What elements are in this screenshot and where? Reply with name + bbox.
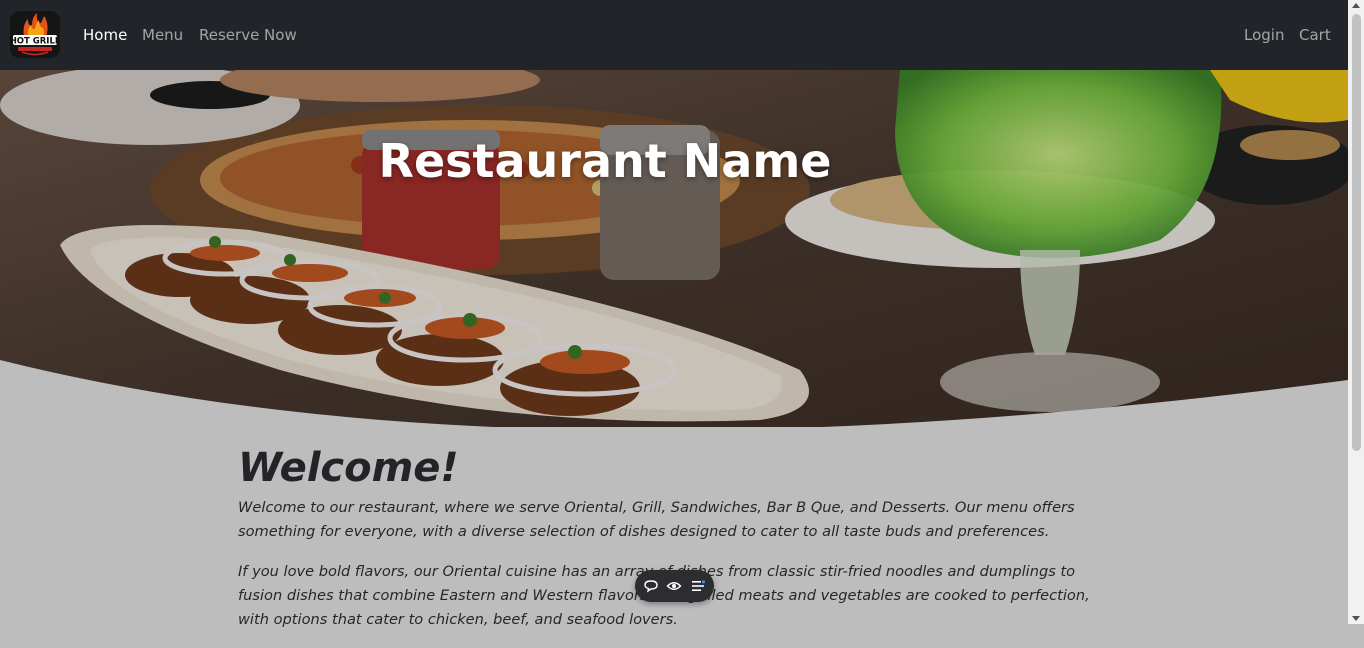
nav-link-cart[interactable]: Cart	[1299, 26, 1331, 44]
list-icon[interactable]	[690, 578, 706, 594]
logo-text: HOT GRILL	[10, 37, 60, 47]
scroll-thumb[interactable]	[1352, 14, 1361, 451]
top-navbar: HOT GRILL Home Menu Reserve Now Login Ca…	[0, 0, 1348, 70]
hero-food-image	[0, 70, 1348, 427]
nav-link-login[interactable]: Login	[1244, 26, 1284, 44]
flame-logo-icon: HOT GRILL	[10, 11, 60, 58]
scroll-down-arrow-icon[interactable]	[1352, 616, 1360, 621]
hero-title: Restaurant Name	[378, 134, 832, 188]
brand-logo[interactable]: HOT GRILL	[10, 11, 60, 58]
nav-link-reserve-now[interactable]: Reserve Now	[199, 26, 297, 44]
eye-icon[interactable]	[666, 578, 682, 594]
welcome-heading: Welcome!	[238, 445, 459, 491]
welcome-paragraph-1: Welcome to our restaurant, where we serv…	[238, 499, 1075, 540]
welcome-section: Welcome! Welcome to our restaurant, wher…	[238, 440, 1118, 648]
floating-toolbar	[635, 570, 714, 602]
chat-icon[interactable]	[643, 578, 659, 594]
hero-banner: Restaurant Name	[0, 70, 1348, 427]
nav-link-menu[interactable]: Menu	[142, 26, 183, 44]
scroll-up-arrow-icon[interactable]	[1352, 3, 1360, 8]
nav-link-home[interactable]: Home	[83, 26, 127, 44]
page-scrollbar[interactable]	[1348, 0, 1364, 624]
